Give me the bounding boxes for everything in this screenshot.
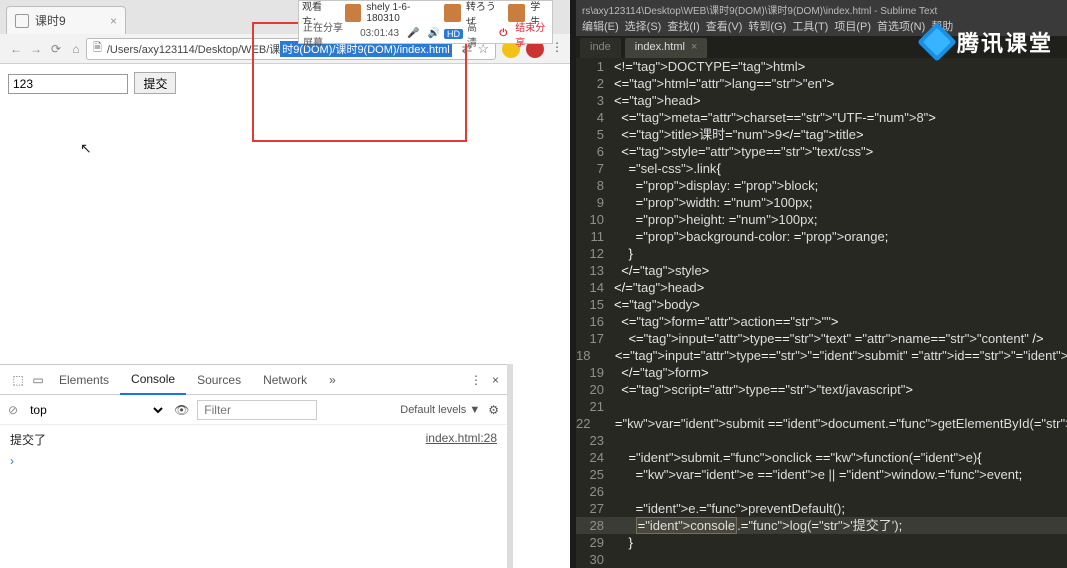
console-output: 提交了 index.html:28 › — [0, 425, 507, 474]
code-line[interactable]: 10 ="prop">height: ="num">100px; — [576, 211, 1067, 228]
code-line[interactable]: 3<="tag">head> — [576, 92, 1067, 109]
menu-find[interactable]: 查找(I) — [667, 18, 699, 36]
devtools-panel: ⬚ ▭ Elements Console Sources Network » ⋮… — [0, 364, 507, 568]
code-line[interactable]: 21 — [576, 398, 1067, 415]
code-line[interactable]: 17 <="tag">input ="attr">type=="str">"te… — [576, 330, 1067, 347]
log-message: 提交了 — [10, 431, 46, 448]
submit-button[interactable]: 提交 — [134, 72, 176, 94]
code-line[interactable]: 25 ="kw">var ="ident">e = ="ident">e || … — [576, 466, 1067, 483]
code-line[interactable]: 9 ="prop">width: ="num">100px; — [576, 194, 1067, 211]
log-levels[interactable]: Default levels ▼ — [400, 404, 480, 416]
code-line[interactable]: 27 ="ident">e.="func">preventDefault(); — [576, 500, 1067, 517]
console-row: 提交了 index.html:28 — [10, 431, 497, 448]
code-line[interactable]: 30 — [576, 551, 1067, 568]
code-line[interactable]: 24 ="ident">submit.="func">onclick = ="k… — [576, 449, 1067, 466]
menu-goto[interactable]: 转到(G) — [748, 18, 786, 36]
clear-icon[interactable]: ⊘ — [8, 403, 18, 417]
menu-select[interactable]: 选择(S) — [625, 18, 662, 36]
resize-handle[interactable] — [507, 364, 513, 568]
filter-input[interactable] — [197, 400, 317, 420]
tab-title: 课时9 — [35, 12, 66, 29]
mic-icon[interactable]: 🎤 — [403, 28, 423, 39]
code-line[interactable]: 19 </="tag">form> — [576, 364, 1067, 381]
share-status: 正在分享屏幕 — [299, 19, 356, 49]
code-line[interactable]: 22 ="kw">var ="ident">submit = ="ident">… — [576, 415, 1067, 432]
code-line[interactable]: 14</="tag">head> — [576, 279, 1067, 296]
menu-tools[interactable]: 工具(T) — [792, 18, 828, 36]
log-source[interactable]: index.html:28 — [426, 431, 497, 448]
code-line[interactable]: 11 ="prop">background-color: ="prop">ora… — [576, 228, 1067, 245]
page-content: 提交 — [0, 64, 570, 102]
device-icon[interactable]: ▭ — [28, 373, 48, 387]
editor-tab[interactable]: inde — [580, 38, 621, 58]
eye-icon[interactable]: 👁 — [174, 403, 189, 417]
code-line[interactable]: 26 — [576, 483, 1067, 500]
sublime-title: rs\axy123114\Desktop\WEB\课时9(DOM)\课时9(DO… — [576, 0, 1067, 18]
viewer-1: shely 1-6-180310 — [363, 2, 442, 24]
favicon — [15, 14, 29, 28]
devtools-close-icon[interactable]: × — [492, 373, 499, 387]
editor-tab-active[interactable]: index.html× — [625, 38, 708, 58]
menu-prefs[interactable]: 首选项(N) — [877, 18, 925, 36]
code-line[interactable]: 29 } — [576, 534, 1067, 551]
content-input[interactable] — [8, 74, 128, 94]
screen-share-bar: 正在分享屏幕 03:01:43 🎤 🔊 HD 高清 ⏻ 结束分享 — [298, 24, 553, 44]
code-line[interactable]: 28 ="ident">console.="func">log(="str">'… — [576, 517, 1067, 534]
console-prompt[interactable]: › — [10, 454, 497, 468]
end-share-button[interactable]: 结束分享 — [511, 19, 552, 49]
reload-button[interactable]: ⟳ — [46, 42, 66, 56]
code-line[interactable]: 8 ="prop">display: ="prop">block; — [576, 177, 1067, 194]
tab-sources[interactable]: Sources — [186, 365, 252, 395]
share-time: 03:01:43 — [356, 28, 403, 39]
mouse-cursor: ↖ — [80, 140, 92, 157]
devtools-menu-icon[interactable]: ⋮ — [470, 373, 482, 387]
code-editor[interactable]: 1<!="tag">DOCTYPE ="tag">html>2<="tag">h… — [576, 58, 1067, 568]
code-line[interactable]: 6 <="tag">style ="attr">type=="str">"tex… — [576, 143, 1067, 160]
hd-badge[interactable]: HD — [444, 29, 463, 39]
tab-console[interactable]: Console — [120, 365, 186, 395]
code-line[interactable]: 7 ="sel-css">.link{ — [576, 160, 1067, 177]
code-line[interactable]: 20 <="tag">script ="attr">type=="str">"t… — [576, 381, 1067, 398]
sublime-window: rs\axy123114\Desktop\WEB\课时9(DOM)\课时9(DO… — [576, 0, 1067, 568]
tabs-overflow[interactable]: » — [318, 365, 347, 395]
code-line[interactable]: 23 — [576, 432, 1067, 449]
forward-button[interactable]: → — [26, 42, 46, 56]
code-line[interactable]: 2<="tag">html ="attr">lang=="str">"en"> — [576, 75, 1067, 92]
code-line[interactable]: 16 <="tag">form ="attr">action=="str">""… — [576, 313, 1067, 330]
volume-icon[interactable]: 🔊 — [424, 28, 444, 39]
browser-tab[interactable]: 课时9 × — [6, 6, 126, 34]
settings-icon[interactable]: ⚙ — [488, 403, 499, 417]
menu-view[interactable]: 查看(V) — [706, 18, 743, 36]
tab-network[interactable]: Network — [252, 365, 318, 395]
devtools-tabs: ⬚ ▭ Elements Console Sources Network » ⋮… — [0, 365, 507, 395]
tab-elements[interactable]: Elements — [48, 365, 120, 395]
menu-project[interactable]: 项目(P) — [834, 18, 871, 36]
inspect-icon[interactable]: ⬚ — [8, 373, 28, 387]
url-prefix: /Users/axy123114/Desktop/WEB/课 — [107, 41, 280, 57]
code-line[interactable]: 15<="tag">body> — [576, 296, 1067, 313]
back-button[interactable]: ← — [6, 42, 26, 56]
file-icon: 🗎 — [93, 39, 102, 58]
code-line[interactable]: 5 <="tag">title>课时="num">9</="tag">title… — [576, 126, 1067, 143]
context-select[interactable]: top — [26, 402, 166, 418]
logo-icon — [917, 22, 957, 62]
avatar — [444, 4, 461, 22]
console-toolbar: ⊘ top 👁 Default levels ▼ ⚙ — [0, 395, 507, 425]
hq-label: 高清 — [463, 19, 487, 49]
home-button[interactable]: ⌂ — [66, 42, 86, 56]
code-line[interactable]: 4 <="tag">meta ="attr">charset=="str">"U… — [576, 109, 1067, 126]
code-line[interactable]: 13 </="tag">style> — [576, 262, 1067, 279]
code-line[interactable]: 12 } — [576, 245, 1067, 262]
power-icon[interactable]: ⏻ — [495, 28, 511, 39]
logo-text: 腾讯课堂 — [957, 26, 1053, 58]
close-icon[interactable]: × — [691, 41, 697, 53]
close-icon[interactable]: × — [110, 14, 117, 28]
menu-edit[interactable]: 编辑(E) — [582, 18, 619, 36]
brand-logo: 腾讯课堂 — [923, 26, 1053, 58]
code-line[interactable]: 1<!="tag">DOCTYPE ="tag">html> — [576, 58, 1067, 75]
code-line[interactable]: 18 <="tag">input ="attr">type=="str">"="… — [576, 347, 1067, 364]
